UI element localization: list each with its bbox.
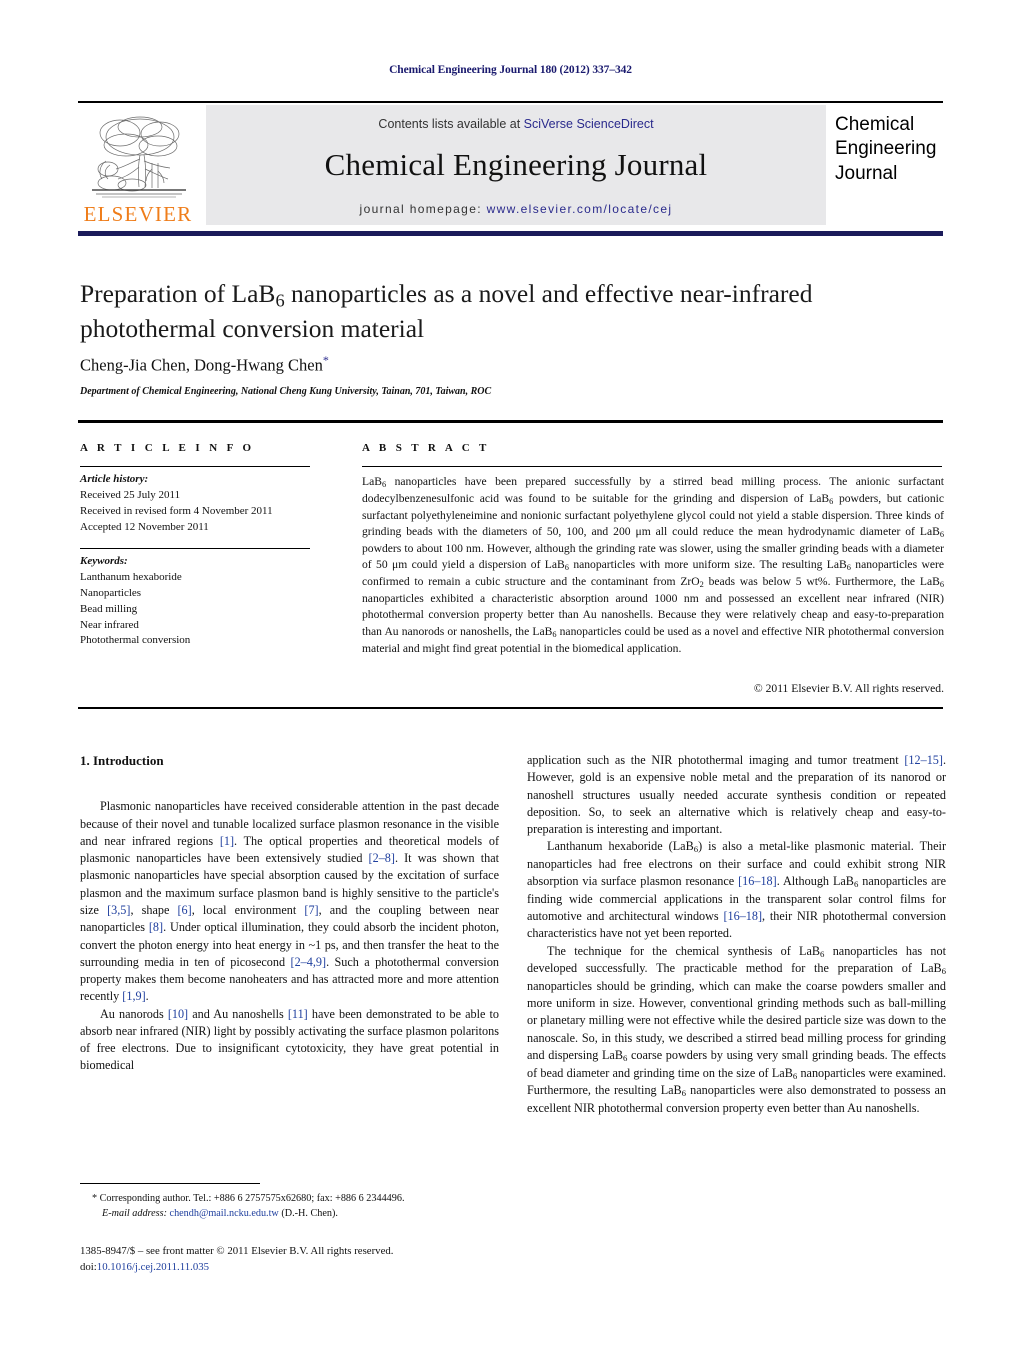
corresponding-author-line: * Corresponding author. Tel.: +886 6 275… [92,1193,405,1204]
keywords-block: Keywords: Lanthanum hexaboride Nanoparti… [80,554,310,650]
abstract-bottom-rule [78,707,943,709]
section-heading-introduction: 1. Introduction [80,753,164,768]
journal-homepage-link[interactable]: www.elsevier.com/locate/cej [487,202,673,216]
masthead-center-band: Contents lists available at SciVerse Sci… [206,105,826,225]
citation-ref[interactable]: [7] [304,903,318,917]
abstract-seg: LaB [362,475,382,488]
abstract-seg: beads was below 5 wt%. Furthermore, the … [703,575,940,589]
imprint-block: 1385-8947/$ – see front matter © 2011 El… [80,1243,500,1275]
contents-lists-prefix: Contents lists available at [378,117,524,131]
sciencedirect-link[interactable]: SciVerse ScienceDirect [524,117,654,131]
paragraph: Au nanorods [10] and Au nanoshells [11] … [80,1006,499,1075]
citation-ref[interactable]: [1,9] [122,989,145,1003]
journal-title: Chemical Engineering Journal [324,147,708,182]
keywords-label: Keywords: [80,554,128,567]
text-seg: Au nanorods [100,1006,168,1021]
article-history-item: Received 25 July 2011 [80,488,181,501]
elsevier-wordmark: ELSEVIER [83,202,193,226]
citation-ref[interactable]: [8] [149,920,163,934]
paragraph: application such as the NIR photothermal… [527,752,946,838]
text-seg: , local environment [191,902,305,917]
keyword-item: Near infrared [80,618,139,631]
footnote-rule [80,1183,260,1184]
article-history-rule [80,466,310,467]
author-list: Cheng-Jia Chen, Dong-Hwang Chen* [80,353,880,376]
text-seg: Lanthanum hexaboride (LaB [547,839,694,854]
keyword-item: Photothermal conversion [80,634,191,647]
citation-ref[interactable]: [16–18] [738,874,777,888]
email-suffix: (D.-H. Chen). [278,1207,338,1219]
running-head: Chemical Engineering Journal 180 (2012) … [389,64,632,76]
citation-ref[interactable]: [11] [288,1007,308,1021]
abstract-sub: 6 [939,530,944,540]
citation-ref[interactable]: [2–8] [369,851,395,865]
cover-title-line-1: Chemical [835,114,915,135]
text-seg: The technique for the chemical synthesis… [547,943,821,958]
article-info-column: Article history: Received 25 July 2011 R… [80,466,310,661]
text-sub: 6 [941,966,946,977]
article-history-block: Article history: Received 25 July 2011 R… [80,472,310,536]
abstract-seg: nanoparticles with more uniform size. Th… [568,558,847,572]
affiliation: Department of Chemical Engineering, Nati… [80,386,492,397]
abstract-header: A B S T R A C T [362,442,490,454]
citation-ref[interactable]: [3,5] [107,903,130,917]
title-subscript: 6 [275,290,285,311]
title-part-1: Preparation of LaB [80,279,276,308]
keywords-rule [80,547,310,549]
keyword-item: Lanthanum hexaboride [80,570,182,583]
text-seg: application such as the NIR photothermal… [527,753,905,767]
citation-ref[interactable]: [16–18] [723,909,762,923]
article-history-item: Accepted 12 November 2011 [80,520,209,533]
abstract-sub: 6 [939,580,944,590]
corresponding-author-marker: * [322,353,329,367]
journal-homepage-label: journal homepage: [359,202,487,216]
contents-lists-line: Contents lists available at SciVerse Sci… [378,117,653,131]
keyword-item: Nanoparticles [80,586,142,599]
cover-title-line-3: Journal [835,162,898,184]
text-seg: . Although LaB [776,874,854,889]
elsevier-logo: ELSEVIER [78,105,198,225]
elsevier-tree-icon [92,116,186,198]
citation-ref[interactable]: [6] [177,903,191,917]
email-label: E-mail address: [102,1207,167,1219]
copyright-line: © 2011 Elsevier B.V. All rights reserved… [753,682,944,695]
doi-line: doi:10.1016/j.cej.2011.11.035 [80,1259,500,1275]
masthead-bottom-rule [78,231,943,236]
corresponding-author-footnote: * Corresponding author. Tel.: +886 6 275… [80,1192,500,1222]
paragraph: The technique for the chemical synthesis… [527,943,946,1117]
journal-cover-thumbnail: Chemical Engineering Journal [835,105,943,225]
article-history-item: Received in revised form 4 November 2011 [80,504,273,517]
citation-ref[interactable]: [12–15] [904,753,943,767]
citation-ref[interactable]: [10] [168,1007,188,1021]
text-seg: and Au nanoshells [188,1006,288,1021]
cover-title-line-2: Engineering [835,138,937,160]
author-names: Cheng-Jia Chen, Dong-Hwang Chen [80,355,323,375]
doi-link[interactable]: 10.1016/j.cej.2011.11.035 [97,1261,209,1273]
paragraph: Lanthanum hexaboride (LaB6) is also a me… [527,838,946,942]
text-seg: , shape [130,902,178,917]
email-link[interactable]: chendh@mail.ncku.edu.tw [170,1208,279,1219]
abstract-section-top-rule [78,420,943,423]
page-title: Preparation of LaB6 nanoparticles as a n… [80,278,880,346]
paragraph: Plasmonic nanoparticles have received co… [80,798,499,1005]
keyword-item: Bead milling [80,602,138,615]
issn-front-matter-line: 1385-8947/$ – see front matter © 2011 El… [80,1245,394,1257]
text-seg: . [145,989,149,1004]
journal-masthead: ELSEVIER Contents lists available at Sci… [78,103,943,227]
article-info-header: A R T I C L E I N F O [80,442,255,454]
journal-article-page: Chemical Engineering Journal 180 (2012) … [0,0,1021,1351]
doi-label: doi: [80,1261,97,1274]
abstract-text: LaB6 nanoparticles have been prepared su… [362,474,944,657]
body-column-right: application such as the NIR photothermal… [527,752,946,1117]
body-column-left: 1. Introduction Plasmonic nanoparticles … [80,752,499,1075]
citation-ref[interactable]: [2–4,9] [291,955,327,969]
citation-ref[interactable]: [1] [220,834,234,848]
journal-homepage-line: journal homepage: www.elsevier.com/locat… [360,202,673,216]
email-line: E-mail address: chendh@mail.ncku.edu.tw … [80,1207,500,1222]
article-history-label: Article history: [80,473,149,485]
abstract-top-rule [362,466,942,467]
